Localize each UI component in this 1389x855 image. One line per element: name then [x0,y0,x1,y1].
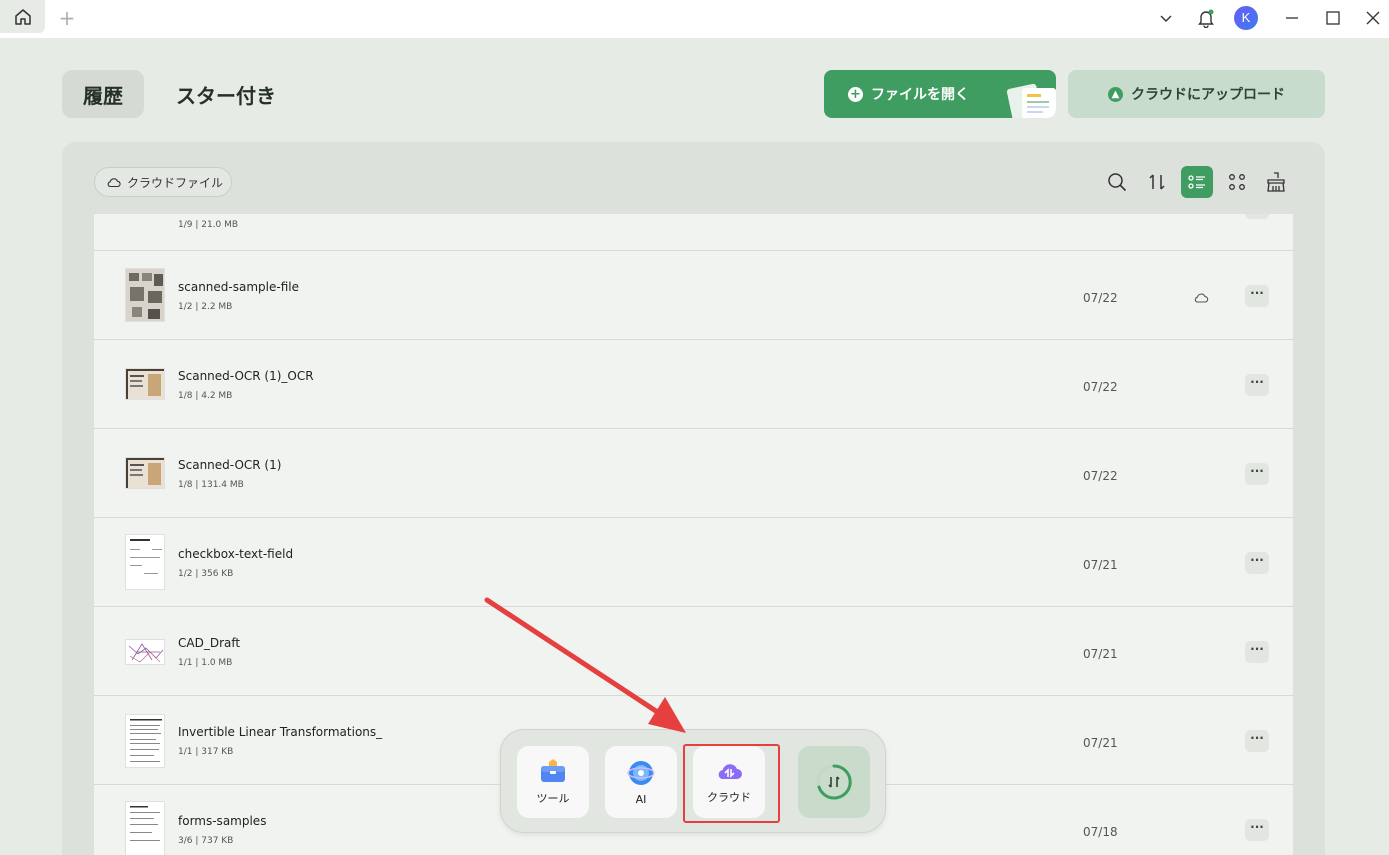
tools-button[interactable]: ツール [517,746,589,818]
open-file-button[interactable]: + ファイルを開く [824,70,1056,118]
file-meta: 1/9 | 21.0 MB [178,220,239,230]
toolbox-icon [541,759,565,782]
title-bar: + K [0,0,1389,38]
tab-starred[interactable]: スター付き [176,70,276,118]
file-meta: 1/8 | 131.4 MB [178,480,244,490]
home-icon [14,8,31,25]
file-name[interactable]: Scanned-OCR (1) [178,458,281,472]
list-view-icon[interactable] [1181,166,1213,198]
list-item[interactable]: scanned-sample-file 1/2 | 2.2 MB 07/22 ·… [94,251,1293,340]
sync-icon [816,764,852,800]
file-thumbnail [125,534,165,590]
ai-button[interactable]: AI [605,746,677,818]
more-options-button[interactable]: ··· [1245,463,1269,485]
ai-orb-icon [627,760,655,785]
file-name[interactable]: Invertible Linear Transformations_ [178,725,382,739]
file-thumbnail [125,639,165,665]
new-tab-button[interactable]: + [57,8,77,28]
file-thumbnail [125,457,165,489]
search-icon[interactable] [1101,166,1133,198]
file-date: 07/22 [1083,291,1118,305]
file-thumbnail [125,368,165,400]
more-options-button[interactable]: ··· [1245,214,1269,219]
upload-cloud-label: クラウドにアップロード [1131,87,1285,103]
file-date: 07/18 [1083,825,1118,839]
file-meta: 1/8 | 4.2 MB [178,391,233,401]
file-meta: 1/1 | 1.0 MB [178,658,233,668]
upload-icon: ▲ [1108,86,1123,102]
tab-history[interactable]: 履歴 [62,70,144,118]
list-item[interactable]: 1/9 | 21.0 MB ··· [94,214,1293,251]
maximize-icon[interactable] [1321,6,1345,30]
more-options-button[interactable]: ··· [1245,641,1269,663]
bell-icon[interactable] [1194,6,1218,30]
plus-icon: + [848,86,863,102]
sort-icon[interactable] [1141,166,1173,198]
upload-cloud-button[interactable]: ▲ クラウドにアップロード [1068,70,1325,118]
file-meta: 3/6 | 737 KB [178,836,234,846]
clean-icon[interactable] [1260,166,1292,198]
cloud-icon [107,178,121,188]
file-date: 07/22 [1083,380,1118,394]
tools-label: ツール [536,792,570,805]
file-thumbnail [125,268,165,322]
chevron-down-icon[interactable] [1154,6,1178,30]
more-options-button[interactable]: ··· [1245,374,1269,396]
file-thumbnail [125,714,165,768]
minimize-icon[interactable] [1280,6,1304,30]
list-item[interactable]: Scanned-OCR (1) 1/8 | 131.4 MB 07/22 ··· [94,429,1293,518]
file-date: 07/22 [1083,469,1118,483]
home-tab[interactable] [0,0,45,33]
file-date: 07/21 [1083,736,1118,750]
more-options-button[interactable]: ··· [1245,819,1269,841]
cloud-icon [1194,293,1209,303]
documents-illustration [1006,83,1056,118]
file-name[interactable]: Scanned-OCR (1)_OCR [178,369,314,383]
highlight-box [683,744,780,823]
file-thumbnail [125,801,165,855]
ai-label: AI [635,792,647,806]
list-item[interactable]: Scanned-OCR (1)_OCR 1/8 | 4.2 MB 07/22 ·… [94,340,1293,429]
file-name[interactable]: checkbox-text-field [178,547,293,561]
file-meta: 1/2 | 2.2 MB [178,302,233,312]
file-name[interactable]: scanned-sample-file [178,280,299,294]
close-icon[interactable] [1361,6,1385,30]
list-item[interactable]: checkbox-text-field 1/2 | 356 KB 07/21 ·… [94,518,1293,607]
file-name[interactable]: forms-samples [178,814,266,828]
file-date: 07/21 [1083,647,1118,661]
open-file-label: ファイルを開く [871,87,969,103]
more-options-button[interactable]: ··· [1245,730,1269,752]
more-options-button[interactable]: ··· [1245,552,1269,574]
more-options-button[interactable]: ··· [1245,285,1269,307]
avatar[interactable]: K [1234,6,1258,30]
sync-button[interactable] [798,746,870,818]
file-meta: 1/1 | 317 KB [178,747,234,757]
cloud-files-label: クラウドファイル [127,175,224,190]
grid-view-icon[interactable] [1221,166,1253,198]
file-meta: 1/2 | 356 KB [178,569,234,579]
file-date: 07/21 [1083,558,1118,572]
cloud-files-filter[interactable]: クラウドファイル [94,167,232,197]
list-item[interactable]: CAD_Draft 1/1 | 1.0 MB 07/21 ··· [94,607,1293,696]
file-name[interactable]: CAD_Draft [178,636,240,650]
